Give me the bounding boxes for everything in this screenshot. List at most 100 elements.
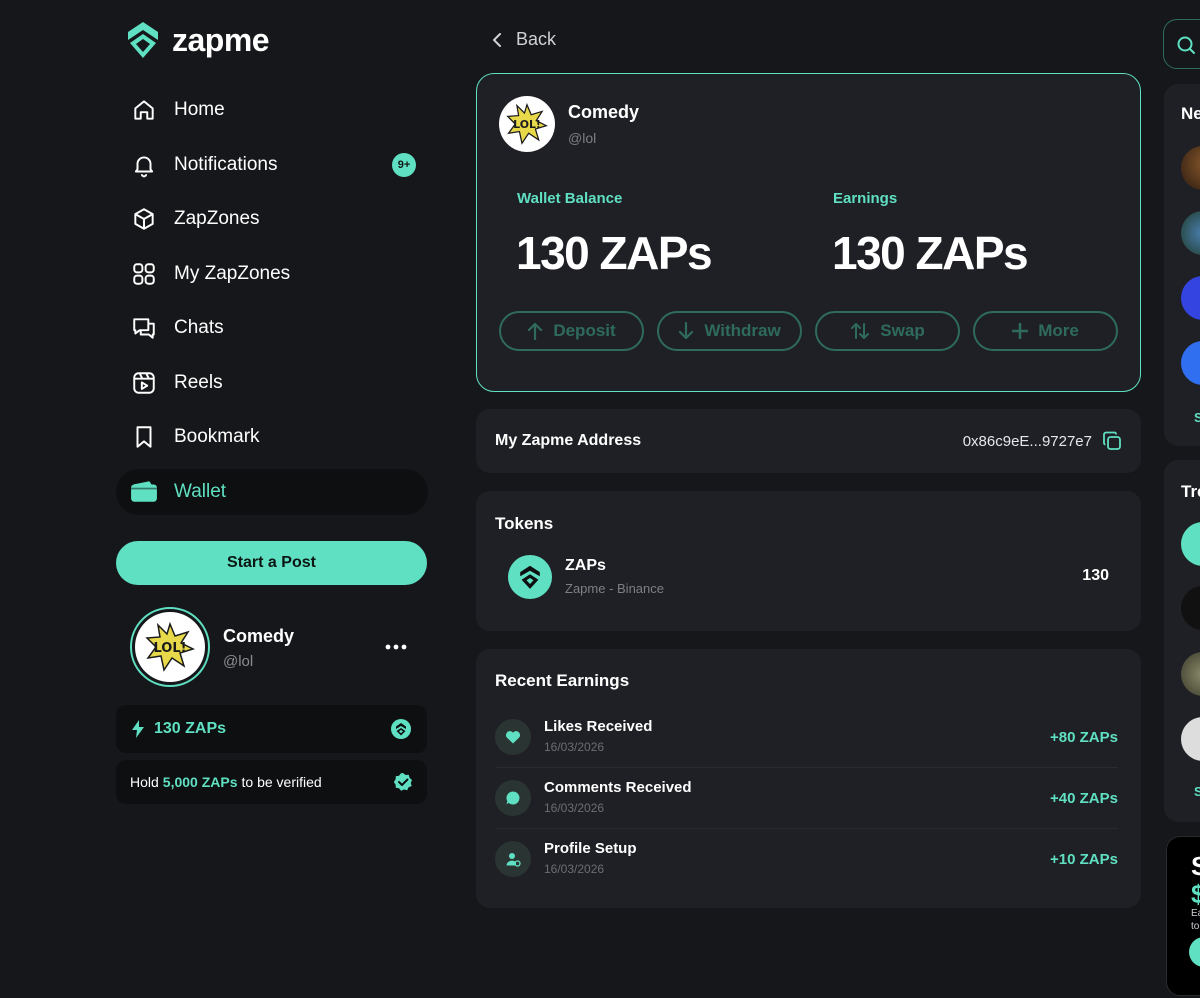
token-amount: 130	[1082, 567, 1109, 584]
app-logo[interactable]: zapme	[126, 20, 270, 60]
tokens-card: Tokens ZAPs Zapme - Binance 130	[476, 491, 1141, 631]
chat-icon	[130, 314, 158, 342]
card-title: Tre	[1181, 482, 1200, 501]
sidebar-item-bookmark[interactable]: Bookmark	[116, 414, 428, 460]
promo-title: S	[1191, 851, 1200, 882]
see-all-link[interactable]: S	[1194, 410, 1200, 425]
promo-button[interactable]	[1189, 937, 1200, 967]
search-icon	[1177, 36, 1195, 54]
swap-label: Swap	[880, 321, 925, 340]
grid-icon	[130, 260, 158, 288]
svg-text:LOL!: LOL!	[513, 118, 541, 131]
earning-name: Comments Received	[544, 779, 692, 796]
token-name: ZAPs	[565, 557, 606, 574]
cube-icon	[130, 205, 158, 233]
search-button[interactable]	[1163, 19, 1200, 69]
sidebar-item-label: My ZapZones	[174, 262, 291, 284]
app-name: zapme	[172, 21, 270, 58]
promo-amount: $	[1191, 879, 1200, 910]
sidebar-item-reels[interactable]: Reels	[116, 360, 428, 406]
sidebar-item-label: Home	[174, 99, 225, 120]
earning-date: 16/03/2026	[544, 740, 605, 754]
copy-icon[interactable]	[1102, 431, 1122, 451]
chevron-left-icon	[493, 32, 501, 47]
more-label: More	[1038, 321, 1079, 340]
comment-icon	[495, 780, 531, 816]
deposit-button[interactable]: Deposit	[499, 311, 644, 351]
new-zapzones-card: Ne S	[1164, 84, 1200, 446]
lightning-icon	[132, 720, 144, 738]
wallet-balance-value: 130 ZAPs	[516, 227, 713, 279]
wallet-balance-label: Wallet Balance	[517, 190, 623, 207]
lol-logo-icon: LOL!	[501, 98, 553, 150]
tokens-title: Tokens	[495, 514, 554, 533]
swap-button[interactable]: Swap	[815, 311, 960, 351]
list-item: Likes Received 16/03/2026 +80 ZAPs	[495, 708, 1118, 768]
earnings-value: 130 ZAPs	[832, 227, 1029, 279]
withdraw-button[interactable]: Withdraw	[657, 311, 802, 351]
verify-prefix: Hold	[130, 774, 159, 790]
arrow-up-icon	[528, 322, 543, 340]
avatar[interactable]	[1181, 146, 1200, 190]
promo-banner: S $ Ea to	[1166, 836, 1200, 996]
list-item: Comments Received 16/03/2026 +40 ZAPs	[495, 769, 1118, 829]
sidebar-item-wallet[interactable]: Wallet	[116, 468, 428, 515]
svg-text:LOL!: LOL!	[153, 641, 186, 656]
promo-text: Ea to	[1191, 908, 1200, 932]
home-icon	[130, 96, 158, 124]
recent-earnings-title: Recent Earnings	[495, 671, 630, 690]
address-card: My Zapme Address 0x86c9eE...9727e7	[476, 409, 1141, 473]
sidebar-item-my-zapzones[interactable]: My ZapZones	[116, 251, 428, 297]
card-title: Ne	[1181, 104, 1200, 123]
avatar[interactable]	[1181, 717, 1200, 761]
sidebar-item-label: Wallet	[174, 480, 227, 502]
avatar[interactable]	[1181, 586, 1200, 630]
plus-icon	[1012, 323, 1029, 339]
sidebar-item-zapzones[interactable]: ZapZones	[116, 196, 428, 242]
sidebar-item-label: ZapZones	[174, 208, 260, 229]
list-item: Profile Setup 16/03/2026 +10 ZAPs	[495, 830, 1118, 890]
notification-count-badge: 9+	[392, 152, 416, 177]
more-options-icon[interactable]	[384, 637, 408, 657]
wallet-address: 0x86c9eE...9727e7	[962, 432, 1092, 450]
sidebar-item-home[interactable]: Home	[116, 87, 428, 133]
avatar[interactable]: LOL!	[130, 607, 210, 687]
zapme-logo-icon	[128, 22, 158, 58]
bookmark-icon	[130, 423, 158, 451]
earning-amount: +40 ZAPs	[1050, 790, 1118, 807]
verified-badge-icon	[393, 773, 412, 791]
back-button[interactable]: Back	[492, 29, 556, 50]
zaps-token-icon	[508, 555, 552, 599]
recent-earnings-card: Recent Earnings Likes Received 16/03/202…	[476, 649, 1141, 908]
profile-name: Comedy	[223, 626, 295, 646]
start-post-button[interactable]: Start a Post	[116, 541, 427, 585]
deposit-label: Deposit	[553, 321, 616, 340]
avatar[interactable]	[1181, 276, 1200, 320]
avatar[interactable]	[1181, 652, 1200, 696]
earning-amount: +80 ZAPs	[1050, 729, 1118, 746]
token-network: Zapme - Binance	[565, 581, 664, 596]
wallet-owner-name: Comedy	[568, 102, 640, 122]
address-title: My Zapme Address	[495, 432, 642, 449]
earning-date: 16/03/2026	[544, 801, 605, 815]
sidebar-item-label: Reels	[174, 371, 223, 393]
avatar[interactable]	[1181, 341, 1200, 385]
more-button[interactable]: More	[973, 311, 1118, 351]
sidebar-item-notifications[interactable]: Notifications 9+	[116, 142, 428, 188]
avatar[interactable]: LOL!	[499, 96, 555, 152]
avatar[interactable]	[1181, 211, 1200, 255]
sidebar-profile[interactable]: LOL! Comedy @lol	[130, 607, 420, 687]
wallet-summary-card: LOL! Comedy @lol Wallet Balance 130 ZAPs…	[476, 73, 1141, 392]
zap-token-icon	[391, 719, 411, 739]
verify-suffix: to be verified	[241, 774, 322, 790]
lol-logo-icon: LOL!	[139, 616, 201, 678]
earning-date: 16/03/2026	[544, 862, 605, 876]
trending-card: Tre S	[1164, 460, 1200, 822]
see-all-link[interactable]: S	[1194, 784, 1200, 799]
avatar[interactable]	[1181, 522, 1200, 566]
wallet-icon	[130, 478, 158, 506]
arrow-down-icon	[679, 322, 694, 340]
verify-amount: 5,000 ZAPs	[162, 774, 238, 790]
sidebar-nav: Home Notifications 9+ ZapZones My ZapZon…	[116, 87, 428, 523]
sidebar-item-chats[interactable]: Chats	[116, 305, 428, 351]
